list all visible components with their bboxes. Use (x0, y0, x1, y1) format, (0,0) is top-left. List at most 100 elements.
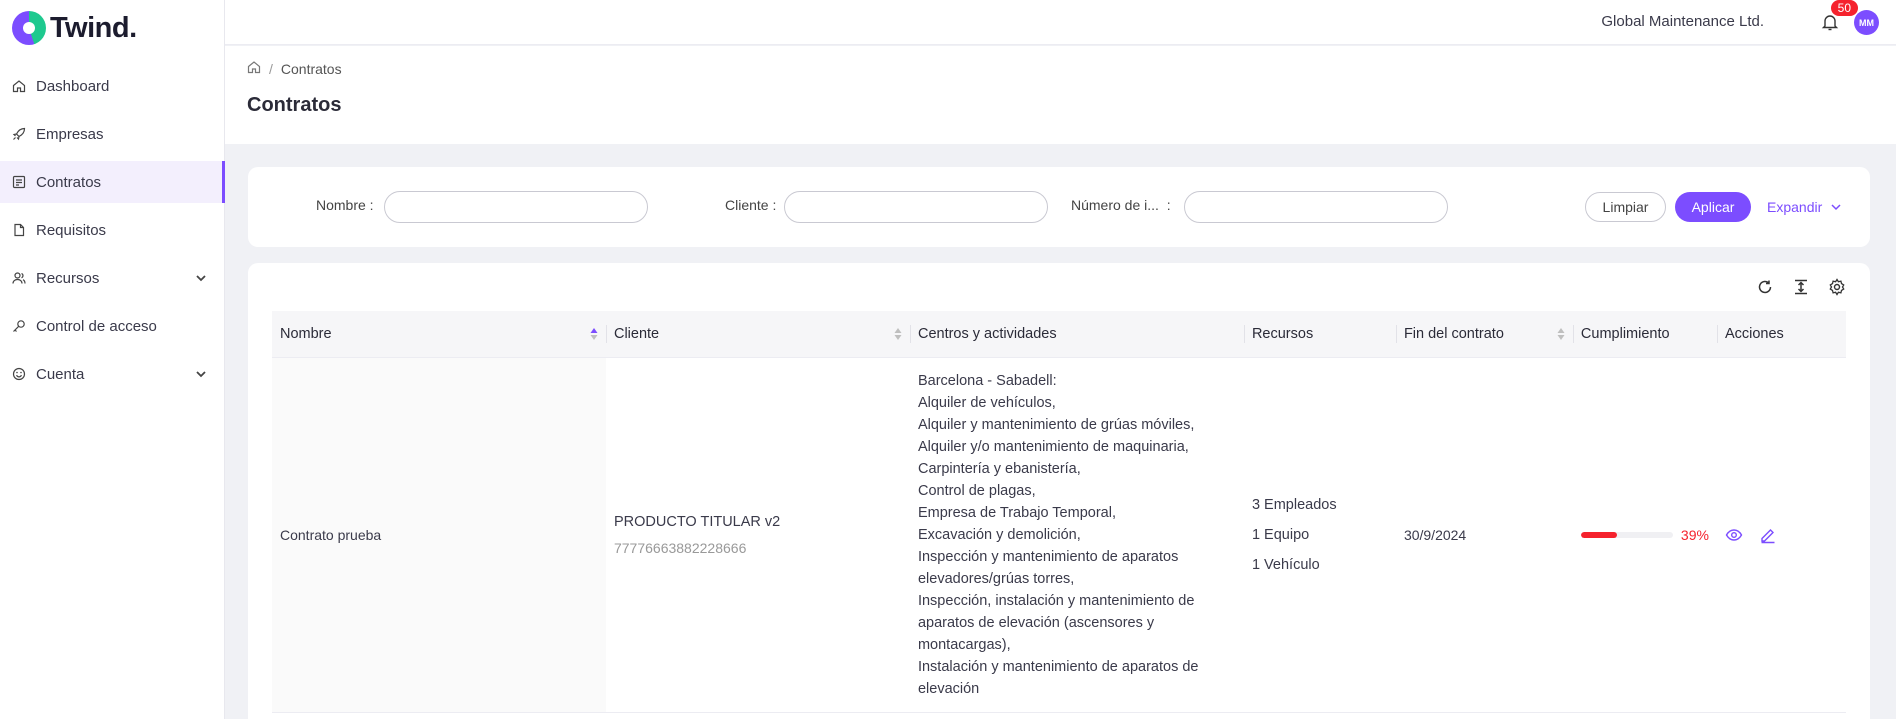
topbar: Global Maintenance Ltd. 50 MM (225, 0, 1896, 45)
contracts-table-card: Nombre Cliente Centros y actividades Rec… (248, 263, 1870, 719)
cell-fin-contrato: 30/9/2024 (1395, 357, 1573, 713)
sidebar-item-label: Control de acceso (36, 317, 157, 335)
reload-icon[interactable] (1756, 278, 1774, 296)
center-activity-line: Control de plagas, (917, 482, 1036, 499)
compliance-progress: 39% (1580, 526, 1709, 543)
edit-icon[interactable] (1759, 526, 1777, 544)
file-icon (12, 223, 26, 237)
table-row: Contrato prueba PRODUCTO TITULAR v2 7777… (272, 357, 1846, 713)
cell-nombre: Contrato prueba (272, 357, 606, 713)
progress-fill (1580, 531, 1617, 538)
home-icon[interactable] (247, 60, 261, 77)
center-activity-line: Excavación y demolición, (917, 526, 1081, 543)
sidebar: Twind. Dashboard Empresas Contratos Requ… (0, 0, 225, 719)
center-activity-line: Barcelona - Sabadell: (917, 372, 1057, 389)
smile-icon (12, 367, 26, 381)
numero-filter-input[interactable] (1184, 191, 1448, 223)
column-header-centros: Centros y actividades (909, 311, 1244, 358)
sidebar-item-control-acceso[interactable]: Control de acceso (0, 305, 225, 347)
column-header-acciones: Acciones (1716, 311, 1846, 358)
center-activity-line: Instalación y mantenimiento de aparatos … (917, 658, 1199, 675)
sidebar-item-requisitos[interactable]: Requisitos (0, 209, 225, 251)
sort-icon[interactable] (894, 327, 902, 341)
cell-recursos: 3 Empleados 1 Equipo 1 Vehículo (1243, 357, 1396, 713)
expand-button[interactable]: Expandir (1767, 192, 1851, 222)
cell-centros: Barcelona - Sabadell: Alquiler de vehícul… (909, 357, 1244, 713)
nombre-filter-label: Nombre : (316, 197, 374, 213)
cliente-filter-label: Cliente : (725, 197, 777, 213)
center-activity-line: Alquiler y/o mantenimiento de maquinaria… (917, 438, 1189, 455)
sidebar-item-label: Cuenta (36, 365, 85, 383)
filter-panel: Nombre : Cliente : Número de i... : Limp… (248, 167, 1870, 247)
breadcrumb: / Contratos (247, 60, 342, 77)
breadcrumb-separator: / (269, 60, 273, 77)
sidebar-item-empresas[interactable]: Empresas (0, 113, 225, 155)
center-activity-line: Inspección, instalación y mantenimiento … (917, 592, 1195, 609)
column-header-recursos: Recursos (1243, 311, 1396, 358)
compliance-percent: 39% (1680, 526, 1709, 543)
sidebar-item-label: Empresas (36, 125, 104, 143)
brand-name: Twind. (50, 11, 137, 44)
page-header: / Contratos Contratos (225, 46, 1896, 144)
chevron-down-icon (1830, 201, 1842, 213)
company-name[interactable]: Global Maintenance Ltd. (1601, 13, 1764, 30)
apply-button[interactable]: Aplicar (1675, 192, 1751, 222)
client-name: PRODUCTO TITULAR v2 (613, 513, 781, 530)
sidebar-item-label: Contratos (36, 173, 102, 191)
sidebar-item-cuenta[interactable]: Cuenta (0, 353, 225, 395)
cell-cliente: PRODUCTO TITULAR v2 77776663882228666 (605, 357, 910, 713)
settings-icon[interactable] (1828, 278, 1846, 296)
cell-acciones (1716, 357, 1846, 713)
twind-logo-icon (12, 11, 46, 45)
sidebar-item-label: Requisitos (36, 221, 107, 239)
page-title: Contratos (247, 94, 342, 116)
contract-icon (12, 175, 26, 189)
sidebar-item-contratos[interactable]: Contratos (0, 161, 225, 203)
sidebar-item-dashboard[interactable]: Dashboard (0, 65, 225, 107)
chevron-down-icon (195, 271, 207, 288)
home-icon (12, 79, 26, 93)
center-activity-line: montacargas), (917, 636, 1011, 653)
rocket-icon (12, 127, 26, 141)
sort-icon[interactable] (590, 327, 598, 341)
nombre-filter-input[interactable] (384, 191, 648, 223)
column-header-fin-contrato[interactable]: Fin del contrato (1395, 311, 1573, 358)
center-activity-line: elevación (917, 680, 980, 697)
table-header-row: Nombre Cliente Centros y actividades Rec… (272, 311, 1846, 358)
column-header-cumplimiento: Cumplimiento (1572, 311, 1717, 358)
center-activity-line: Carpintería y ebanistería, (917, 460, 1081, 477)
column-header-nombre[interactable]: Nombre (272, 311, 606, 358)
resource-vehicles: 1 Vehículo (1251, 556, 1320, 573)
table-toolbar (1756, 278, 1846, 296)
center-activity-line: Empresa de Trabajo Temporal, (917, 504, 1116, 521)
cell-cumplimiento: 39% (1572, 357, 1717, 713)
sidebar-nav: Dashboard Empresas Contratos Requisitos … (0, 65, 225, 401)
clear-button[interactable]: Limpiar (1585, 192, 1666, 222)
column-header-cliente[interactable]: Cliente (605, 311, 910, 358)
key-icon (12, 319, 26, 333)
progress-track (1580, 531, 1673, 538)
brand-logo[interactable]: Twind. (12, 11, 137, 45)
center-activity-line: Alquiler y mantenimiento de grúas móvile… (917, 416, 1195, 433)
chevron-down-icon (195, 367, 207, 384)
notification-badge: 50 (1830, 0, 1858, 16)
resource-employees: 3 Empleados (1251, 496, 1337, 513)
center-activity-line: Inspección y mantenimiento de aparatos (917, 548, 1179, 565)
sidebar-item-label: Recursos (36, 269, 100, 287)
center-activity-line: elevadores/grúas torres, (917, 570, 1075, 587)
avatar[interactable]: MM (1854, 10, 1879, 35)
expand-label: Expandir (1767, 199, 1823, 215)
resource-equipment: 1 Equipo (1251, 526, 1310, 543)
center-activity-line: aparatos de elevación (ascensores y (917, 614, 1155, 631)
cliente-filter-input[interactable] (784, 191, 1048, 223)
sidebar-item-recursos[interactable]: Recursos (0, 257, 225, 299)
users-icon (12, 271, 26, 285)
row-actions (1725, 526, 1838, 544)
sort-icon[interactable] (1557, 327, 1565, 341)
numero-filter-label: Número de i... : (1071, 197, 1171, 213)
breadcrumb-current: Contratos (280, 60, 342, 77)
column-height-icon[interactable] (1792, 278, 1810, 296)
eye-icon[interactable] (1725, 526, 1743, 544)
center-activity-line: Alquiler de vehículos, (917, 394, 1056, 411)
centers-list: Barcelona - Sabadell: Alquiler de vehícul… (918, 370, 1236, 700)
